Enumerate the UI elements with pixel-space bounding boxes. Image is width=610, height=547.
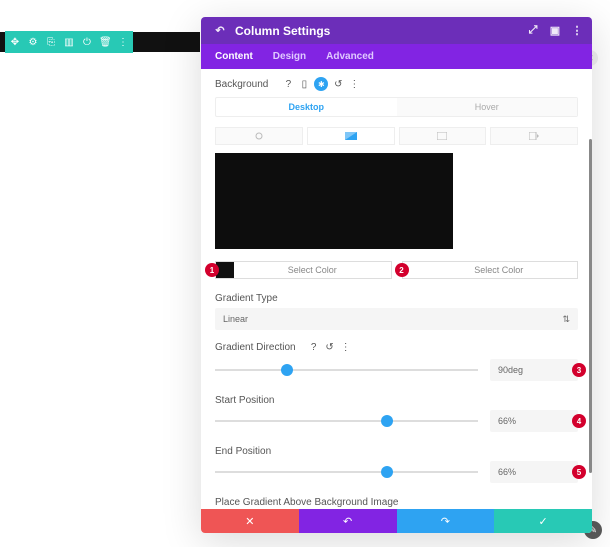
subtab-video[interactable]	[490, 127, 578, 145]
undo-button[interactable]: ↶	[299, 509, 397, 533]
tab-content[interactable]: Content	[215, 51, 253, 62]
move-icon[interactable]: ✥	[9, 37, 21, 48]
gradient-icon	[345, 132, 357, 140]
reset-icon[interactable]: ↺	[332, 79, 344, 90]
settings-icon[interactable]: ⚙	[27, 37, 39, 48]
device-tab-desktop[interactable]: Desktop	[216, 98, 397, 116]
start-position-row: 66% 4	[215, 410, 578, 432]
tab-advanced[interactable]: Advanced	[326, 51, 374, 62]
gradient-direction-row: 90deg 3	[215, 359, 578, 381]
modal-body: Background ? ▯ ✱ ↺ ⋮ Desktop Hover	[201, 69, 592, 509]
columns-icon[interactable]: ▣	[548, 24, 562, 37]
phone-icon[interactable]: ▯	[298, 79, 310, 90]
background-label: Background	[215, 79, 268, 90]
device-tab-hover[interactable]: Hover	[397, 98, 578, 116]
reset-icon[interactable]: ↺	[324, 342, 336, 353]
image-icon	[437, 132, 447, 140]
color-picker-row: 1 Select Color 2 Select Color	[215, 261, 578, 279]
place-above-label: Place Gradient Above Background Image	[215, 497, 578, 508]
duplicate-icon[interactable]: ⎘	[45, 37, 57, 48]
subtab-gradient[interactable]	[307, 127, 395, 145]
gradient-type-value: Linear	[223, 314, 248, 324]
paint-icon	[254, 131, 264, 141]
end-position-value[interactable]: 66%	[490, 461, 578, 483]
gradient-preview	[215, 153, 453, 249]
slider-thumb[interactable]	[381, 415, 393, 427]
scrollbar[interactable]	[589, 139, 592, 473]
gradient-direction-slider[interactable]	[215, 369, 478, 371]
slider-thumb[interactable]	[281, 364, 293, 376]
confirm-button[interactable]: ✓	[494, 509, 592, 533]
snap-icon[interactable]: ⤢	[526, 24, 540, 37]
redo-button[interactable]: ↷	[397, 509, 495, 533]
modal-footer: ✕ ↶ ↷ ✓	[201, 509, 592, 533]
module-toolbar: ✥ ⚙ ⎘ ▥ ⏻ 🗑 ⋮	[5, 31, 133, 53]
modal-tabs: Content Design Advanced	[201, 44, 592, 69]
column-settings-modal: ↶ Column Settings ⤢ ▣ ⋮ Content Design A…	[201, 17, 592, 533]
back-icon[interactable]: ↶	[213, 24, 227, 37]
color-picker-2-label: Select Color	[421, 265, 578, 275]
gradient-type-label: Gradient Type	[215, 293, 578, 304]
delete-icon[interactable]: 🗑	[99, 37, 111, 48]
gradient-direction-label-row: Gradient Direction ? ↺ ⋮	[215, 342, 578, 353]
save-icon[interactable]: ▥	[63, 37, 75, 48]
annotation-2: 2	[395, 263, 409, 277]
more-icon[interactable]: ⋮	[348, 79, 360, 90]
gradient-direction-label: Gradient Direction	[215, 342, 296, 353]
annotation-4: 4	[572, 414, 586, 428]
modal-header: ↶ Column Settings ⤢ ▣ ⋮	[201, 17, 592, 44]
background-subtabs	[215, 127, 578, 145]
cancel-button[interactable]: ✕	[201, 509, 299, 533]
device-tabs: Desktop Hover	[215, 97, 578, 117]
start-position-slider[interactable]	[215, 420, 478, 422]
power-icon[interactable]: ⏻	[81, 37, 93, 48]
slider-thumb[interactable]	[381, 466, 393, 478]
annotation-5: 5	[572, 465, 586, 479]
end-position-label: End Position	[215, 446, 578, 457]
gradient-direction-value[interactable]: 90deg	[490, 359, 578, 381]
chevron-updown-icon: ⇅	[562, 314, 570, 325]
color-picker-1[interactable]: Select Color	[215, 261, 392, 279]
start-position-value[interactable]: 66%	[490, 410, 578, 432]
pointer-icon[interactable]: ✱	[314, 77, 328, 91]
more-icon[interactable]: ⋮	[117, 37, 129, 48]
video-icon	[529, 132, 539, 140]
end-position-slider[interactable]	[215, 471, 478, 473]
help-icon[interactable]: ?	[308, 342, 320, 353]
annotation-1: 1	[205, 263, 219, 277]
subtab-color[interactable]	[215, 127, 303, 145]
color-picker-1-label: Select Color	[234, 265, 391, 275]
background-label-row: Background ? ▯ ✱ ↺ ⋮	[215, 77, 578, 91]
subtab-image[interactable]	[399, 127, 487, 145]
modal-title: Column Settings	[235, 24, 330, 38]
more-icon[interactable]: ⋮	[570, 24, 584, 37]
help-icon[interactable]: ?	[282, 79, 294, 90]
annotation-3: 3	[572, 363, 586, 377]
end-position-row: 66% 5	[215, 461, 578, 483]
gradient-type-select[interactable]: Linear ⇅	[215, 308, 578, 330]
start-position-label: Start Position	[215, 395, 578, 406]
color-picker-2[interactable]: Select Color	[402, 261, 579, 279]
more-icon[interactable]: ⋮	[340, 342, 352, 353]
tab-design[interactable]: Design	[273, 51, 306, 62]
